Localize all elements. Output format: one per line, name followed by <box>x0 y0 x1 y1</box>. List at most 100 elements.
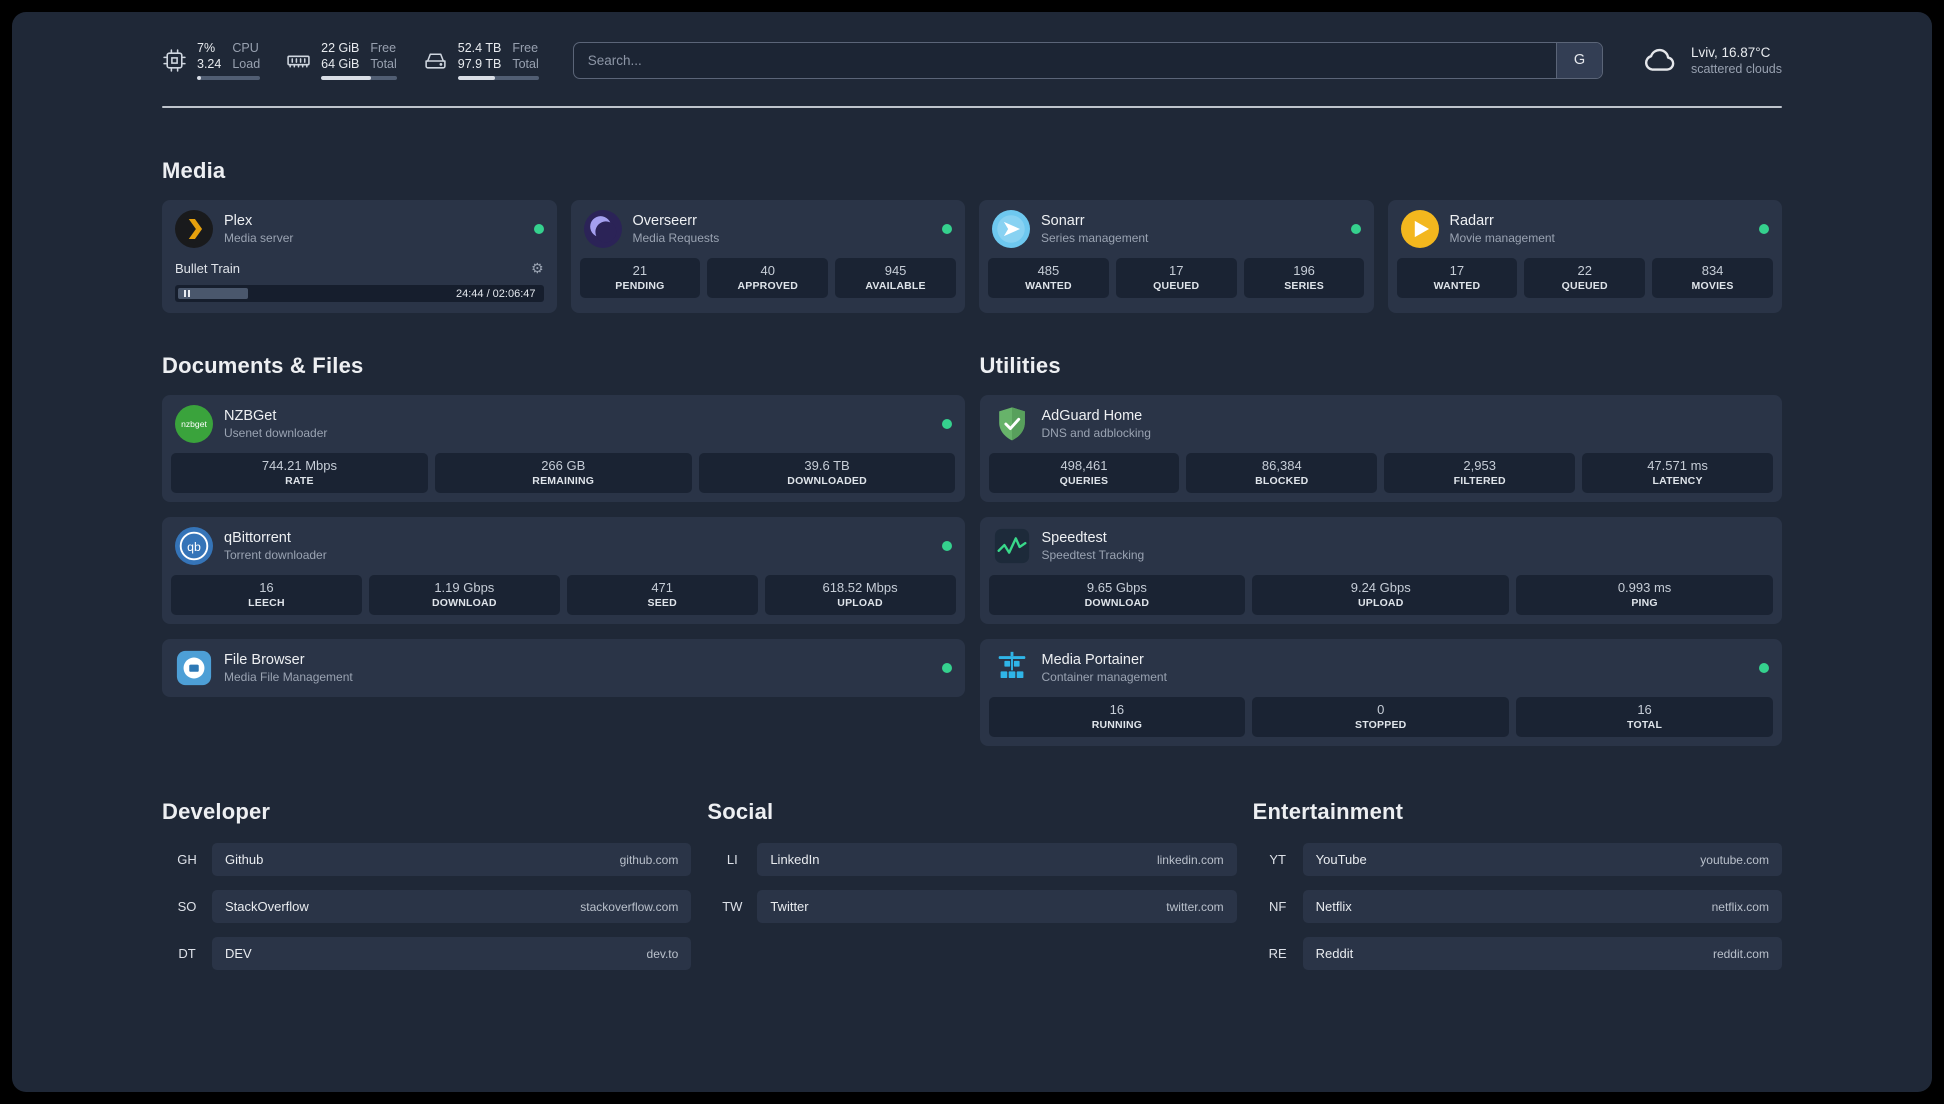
search-input[interactable] <box>573 42 1556 78</box>
service-name: Plex <box>224 213 253 229</box>
status-dot <box>533 224 544 234</box>
bookmark-reddit[interactable]: RE Reddit reddit.com <box>1253 937 1782 970</box>
stat-pending: 21 PENDING <box>579 258 701 298</box>
stat-series: 196 SERIES <box>1243 258 1365 298</box>
service-card-qbittorrent[interactable]: qb qBittorrent Torrent downloader 16 LEEC… <box>162 517 965 624</box>
stat-leech: 16 LEECH <box>171 575 362 615</box>
speedtest-icon <box>993 527 1031 565</box>
weather-location: Lviv, 16.87°C <box>1690 44 1771 60</box>
status-dot <box>1350 224 1361 234</box>
bookmark-url: reddit.com <box>1712 946 1769 961</box>
bookmark-github[interactable]: GH Github github.com <box>162 843 692 876</box>
service-name: Overseerr <box>632 213 697 229</box>
service-name: File Browser <box>224 652 305 668</box>
stat-queued: 22 QUEUED <box>1524 258 1646 298</box>
bookmark-url: linkedin.com <box>1156 852 1224 867</box>
disk-free: 52.4 TB <box>457 41 502 55</box>
service-name: NZBGet <box>224 408 277 424</box>
bookmark-twitter[interactable]: TW Twitter twitter.com <box>707 890 1237 923</box>
bookmark-name: StackOverflow <box>225 899 309 914</box>
cpu-load: 3.24 <box>197 57 222 71</box>
now-playing-title: Bullet Train <box>175 261 241 276</box>
qbittorrent-icon: qb <box>175 527 213 565</box>
adguard-icon <box>993 405 1031 443</box>
bookmark-group-developer: Developer GH Github github.com SO StackOv… <box>162 799 692 984</box>
service-name: Sonarr <box>1041 213 1085 229</box>
bookmark-name: Reddit <box>1315 946 1354 961</box>
service-subtitle: Series management <box>1041 231 1149 245</box>
playback-progress-fill <box>178 288 248 299</box>
bookmark-youtube[interactable]: YT YouTube youtube.com <box>1253 843 1782 876</box>
stat-upload: 9.24 Gbps UPLOAD <box>1252 575 1510 615</box>
weather-widget[interactable]: Lviv, 16.87°C scattered clouds <box>1641 41 1782 79</box>
overseerr-icon <box>583 210 622 248</box>
service-subtitle: Container management <box>1041 670 1167 684</box>
stat-remaining: 266 GB REMAINING <box>434 453 692 493</box>
resource-widget-cpu: 7% 3.24 CPU Load <box>162 40 261 80</box>
bookmark-url: netflix.com <box>1711 899 1769 914</box>
service-name: Speedtest <box>1041 530 1107 546</box>
resource-widget-memory: 22 GiB 64 GiB Free Total <box>286 40 397 80</box>
service-subtitle: Speedtest Tracking <box>1041 548 1145 562</box>
bookmark-netflix[interactable]: NF Netflix netflix.com <box>1253 890 1782 923</box>
bookmark-stackoverflow[interactable]: SO StackOverflow stackoverflow.com <box>162 890 692 923</box>
service-card-overseerr[interactable]: Overseerr Media Requests 21 PENDING 40 APP… <box>570 200 965 313</box>
bookmark-name: Twitter <box>770 899 809 914</box>
disk-usage-bar <box>457 76 539 80</box>
stat-latency: 47.571 ms LATENCY <box>1582 453 1773 493</box>
stat-downloaded: 39.6 TB DOWNLOADED <box>698 453 956 493</box>
stat-queries: 498,461 QUERIES <box>988 453 1180 493</box>
bookmark-abbr: GH <box>177 852 197 867</box>
disk-icon <box>423 48 448 73</box>
status-dot <box>1759 663 1769 673</box>
resource-widget-disk: 52.4 TB 97.9 TB Free Total <box>423 40 539 80</box>
cpu-load-label: Load <box>232 57 261 71</box>
section-title-utilities: Utilities <box>979 353 1061 378</box>
bookmark-url: twitter.com <box>1166 899 1224 914</box>
settings-gear-icon[interactable]: ⚙ <box>531 260 544 277</box>
service-card-portainer[interactable]: Media Portainer Container management 16 R… <box>979 639 1782 746</box>
stat-queued: 17 QUEUED <box>1115 258 1237 298</box>
disk-total: 97.9 TB <box>457 57 502 71</box>
plex-icon <box>175 210 213 248</box>
service-name: Radarr <box>1449 213 1494 229</box>
stat-ping: 0.993 ms PING <box>1516 575 1773 615</box>
bookmark-linkedin[interactable]: LI LinkedIn linkedin.com <box>707 843 1237 876</box>
stat-download: 1.19 Gbps DOWNLOAD <box>368 575 560 615</box>
status-dot <box>941 541 952 551</box>
bookmark-abbr: DT <box>178 946 196 961</box>
bookmark-url: dev.to <box>646 946 679 961</box>
status-dot <box>941 663 952 673</box>
stat-rate: 744.21 Mbps RATE <box>171 453 428 493</box>
playback-progress-bar[interactable]: 24:44 / 02:06:47 <box>175 285 544 302</box>
service-name: qBittorrent <box>224 530 291 546</box>
stat-movies: 834 MOVIES <box>1652 258 1773 298</box>
service-subtitle: Media File Management <box>224 670 353 684</box>
bookmark-url: github.com <box>619 852 679 867</box>
search-provider-button[interactable]: G <box>1555 42 1602 78</box>
stat-stopped: 0 STOPPED <box>1252 697 1510 737</box>
service-name: Media Portainer <box>1041 652 1144 668</box>
service-card-nzbget[interactable]: nzbget NZBGet Usenet downloader 744.21 M… <box>162 395 965 502</box>
bookmark-url: youtube.com <box>1700 852 1769 867</box>
service-card-plex[interactable]: Plex Media server Bullet Train ⚙ 24:44 /… <box>162 200 557 313</box>
portainer-icon <box>993 649 1031 687</box>
bookmark-name: Netflix <box>1315 899 1352 914</box>
bookmark-group-social: Social LI LinkedIn linkedin.com TW Twitte… <box>707 799 1237 984</box>
memory-free-label: Free <box>370 41 397 55</box>
bookmark-group-entertainment: Entertainment YT YouTube youtube.com NF N… <box>1253 799 1782 984</box>
disk-total-label: Total <box>512 57 539 71</box>
memory-icon <box>286 48 311 73</box>
service-card-sonarr[interactable]: Sonarr Series management 485 WANTED 17 QUE… <box>979 200 1374 313</box>
service-card-filebrowser[interactable]: File Browser Media File Management <box>162 639 965 697</box>
bookmark-abbr: SO <box>177 899 197 914</box>
bookmark-abbr: YT <box>1269 852 1286 867</box>
service-card-radarr[interactable]: Radarr Movie management 17 WANTED 22 QUEUE… <box>1387 200 1782 313</box>
svg-text:qb: qb <box>187 540 201 554</box>
service-card-speedtest[interactable]: Speedtest Speedtest Tracking 9.65 Gbps DO… <box>979 517 1782 624</box>
bookmark-dev[interactable]: DT DEV dev.to <box>162 937 692 970</box>
section-title-documents: Documents & Files <box>162 353 364 378</box>
stat-total: 16 TOTAL <box>1516 697 1773 737</box>
stat-filtered: 2,953 FILTERED <box>1384 453 1576 493</box>
service-card-adguard[interactable]: AdGuard Home DNS and adblocking 498,461 Q… <box>979 395 1782 502</box>
